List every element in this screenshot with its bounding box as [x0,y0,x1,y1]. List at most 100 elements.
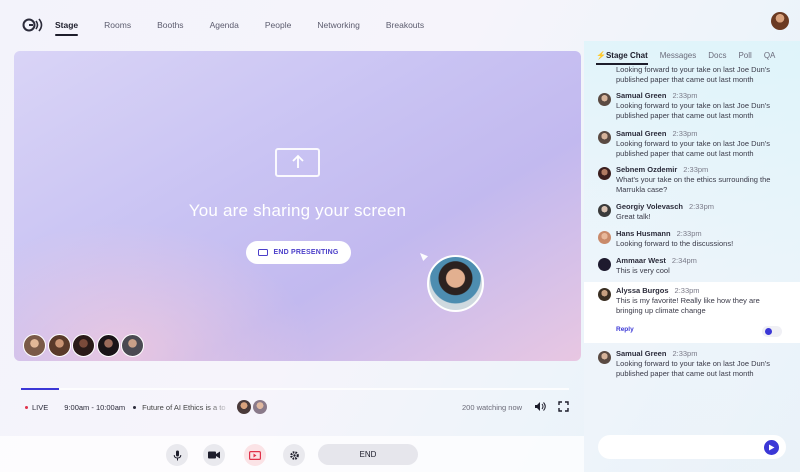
gear-icon [289,450,299,460]
tab-poll[interactable]: Poll [738,51,751,65]
user-avatar[interactable] [771,12,789,30]
attendee-avatar[interactable] [96,334,120,357]
present-icon [258,249,269,256]
message-text: Looking forward to your take on last Joe… [616,359,771,378]
nav-tab-stage[interactable]: Stage [55,20,79,36]
message-author[interactable]: Alyssa Burgos [616,286,669,295]
message-avatar[interactable] [598,131,611,144]
message-time: 2:33pm [672,349,698,358]
chat-message-list[interactable]: Looking forward to your take on last Joe… [584,66,800,430]
chat-message: Ammaar West 2:34pm This is very cool [584,256,800,276]
tab-docs[interactable]: Docs [708,51,726,65]
self-camera-bubble[interactable] [427,255,484,312]
microphone-icon [173,450,181,460]
message-time: 2:33pm [672,91,698,100]
chat-message: Sebnem Ozdemir 2:33pm What's your take on… [584,165,800,195]
attendee-avatars [23,334,146,357]
chat-message: Samual Green 2:33pm Looking forward to yo… [584,349,800,379]
stream-info-row: LIVE 9:00am - 10:00am Future of AI Ethic… [25,400,580,414]
attendee-avatar[interactable] [72,334,95,357]
microphone-button[interactable] [166,444,188,466]
attendee-avatar[interactable] [47,334,71,357]
volume-icon[interactable] [534,401,546,414]
speaker-avatar[interactable] [237,400,252,414]
end-presenting-label: END PRESENTING [273,249,339,256]
app-logo[interactable] [22,17,44,33]
chat-message-highlighted[interactable]: Alyssa Burgos 2:33pm This is my favorite!… [584,282,800,343]
nav-tab-booths[interactable]: Booths [157,20,183,36]
nav-tab-networking[interactable]: Networking [317,20,360,36]
message-text: Great talk! [616,212,651,221]
fullscreen-icon[interactable] [558,401,569,414]
message-avatar[interactable] [598,231,611,244]
message-avatar[interactable] [598,204,611,217]
message-text: This is my favorite! Really like how the… [616,296,760,315]
camera-button[interactable] [203,444,225,466]
chat-message: Georgiy Volevasch 2:33pm Great talk! [584,202,800,222]
message-avatar[interactable] [598,167,611,180]
separator-dot [133,405,137,409]
message-avatar[interactable] [598,93,611,106]
speaker-avatar[interactable] [253,400,268,414]
message-avatar[interactable] [598,258,611,271]
screen-share-button[interactable] [244,444,266,466]
message-author[interactable]: Georgiy Volevasch [616,202,683,211]
chat-message: Samual Green 2:33pm Looking forward to yo… [584,129,800,159]
screen-share-icon [275,148,320,177]
send-icon [769,444,775,451]
chat-message: Hans Husmann 2:33pm Looking forward to th… [584,229,800,249]
tab-messages[interactable]: Messages [660,51,696,65]
reaction-button[interactable] [762,326,782,337]
message-time: 2:33pm [672,129,698,138]
nav-tab-rooms[interactable]: Rooms [104,20,131,36]
live-label: LIVE [32,402,49,412]
lightning-icon: ⚡ [596,51,606,60]
message-author[interactable]: Hans Husmann [616,229,671,238]
chat-message: Samual Green 2:33pm Looking forward to yo… [584,91,800,121]
message-author[interactable]: Samual Green [616,349,666,358]
send-button[interactable] [764,440,779,455]
settings-button[interactable] [283,444,305,466]
tab-stage-chat-label: Stage Chat [605,51,648,60]
message-text: Looking forward to your take on last Joe… [616,101,771,120]
panel-tabs: ⚡Stage Chat Messages Docs Poll QA [596,51,787,65]
message-author[interactable]: Samual Green [616,91,666,100]
reply-link[interactable]: Reply [616,325,778,335]
tab-qa[interactable]: QA [764,51,776,65]
sharing-message: You are sharing your screen [188,201,407,220]
message-avatar[interactable] [598,288,611,301]
tab-stage-chat[interactable]: ⚡Stage Chat [596,51,648,65]
emoji-icon [765,328,772,335]
nav-tab-breakouts[interactable]: Breakouts [386,20,424,36]
message-time: 2:33pm [676,229,702,238]
stream-progress-fill [21,388,60,390]
message-time: 2:33pm [674,286,700,295]
main-nav: Stage Rooms Booths Agenda People Network… [55,20,450,36]
message-text: This is very cool [616,266,670,275]
live-indicator-dot [25,405,28,409]
session-time: 9:00am - 10:00am [64,402,126,412]
nav-tab-agenda[interactable]: Agenda [210,20,239,36]
message-author[interactable]: Sebnem Ozdemir [616,165,677,174]
session-title: Future of AI Ethics is a to [142,402,226,412]
chat-input[interactable] [598,435,786,459]
message-author[interactable]: Samual Green [616,129,666,138]
stream-progress-bar[interactable] [21,388,569,390]
end-presenting-button[interactable]: END PRESENTING [246,241,351,264]
message-text: What's your take on the ethics surroundi… [616,175,771,194]
stage-view: You are sharing your screen END PRESENTI… [14,51,581,361]
attendee-avatar[interactable] [23,334,46,357]
chat-message: Looking forward to your take on last Joe… [584,66,800,85]
message-author[interactable]: Ammaar West [616,256,666,265]
attendee-avatar[interactable] [121,334,144,357]
viewer-count: 200 watching now [462,402,523,412]
end-session-button[interactable]: END [318,444,418,465]
screen-share-stop-icon [249,450,261,460]
message-text: Looking forward to your take on last Joe… [616,139,771,158]
message-avatar[interactable] [598,351,611,364]
message-time: 2:34pm [671,256,697,265]
message-time: 2:33pm [688,202,715,211]
nav-tab-people[interactable]: People [265,20,291,36]
message-text: Looking forward to the discussions! [616,239,734,248]
camera-icon [208,451,220,459]
